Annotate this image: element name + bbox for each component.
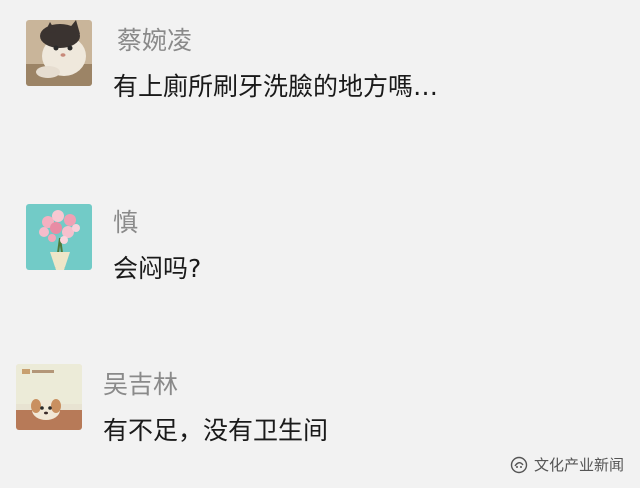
comment-item: 慎 会闷吗? [0,190,640,300]
cat-photo-avatar[interactable] [26,20,92,86]
flower-bouquet-avatar[interactable] [26,204,92,270]
commenter-name: 慎 [113,208,139,237]
comment-item: 蔡婉凌 有上廁所刷牙洗臉的地方嗎… [0,0,640,120]
watermark: 文化产业新闻 [510,456,624,474]
wechat-official-account-icon [510,456,528,474]
comment-text: 有上廁所刷牙洗臉的地方嗎… [113,72,439,101]
comment-text: 有不足，没有卫生间 [103,416,329,445]
watermark-label: 文化产业新闻 [533,456,624,474]
commenter-name: 吴吉林 [103,370,179,399]
commenter-name: 蔡婉凌 [117,26,193,55]
comment-item: 吴吉林 有不足，没有卫生间 [0,360,640,470]
comment-text: 会闷吗? [113,254,202,283]
dog-photo-avatar[interactable] [16,364,82,430]
